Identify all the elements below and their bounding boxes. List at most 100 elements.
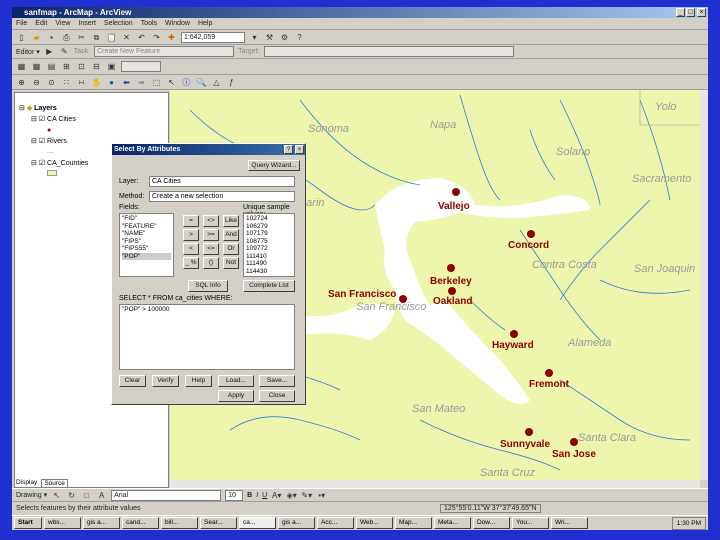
- unique-value[interactable]: 106279: [246, 223, 292, 231]
- redo-icon[interactable]: ↷: [151, 32, 162, 43]
- zoom-out-icon[interactable]: ⊖: [31, 77, 42, 88]
- layout-tool-icon[interactable]: ⊟: [91, 61, 102, 72]
- unique-value[interactable]: 111490: [246, 260, 292, 268]
- tab-source[interactable]: Source: [41, 479, 68, 488]
- taskbar-item-active[interactable]: ca...: [239, 517, 276, 529]
- taskbar-item[interactable]: wbs...: [44, 517, 81, 529]
- layout-tool-icon[interactable]: ▦: [16, 61, 27, 72]
- taskbar-item[interactable]: gis a...: [83, 517, 120, 529]
- fields-list[interactable]: "FID" "FEATURE" "NAME" "FIPS" "FIPS55" "…: [119, 213, 174, 277]
- layout-tool-icon[interactable]: ▦: [31, 61, 42, 72]
- unique-value[interactable]: 107179: [246, 230, 292, 238]
- taskbar-item[interactable]: Meta...: [434, 517, 471, 529]
- field-item-selected[interactable]: "POP": [122, 252, 171, 260]
- taskbar-item[interactable]: You...: [512, 517, 549, 529]
- op-like[interactable]: Like: [223, 215, 239, 227]
- help-button[interactable]: Help: [185, 375, 212, 387]
- layout-tool-icon[interactable]: ⊡: [76, 61, 87, 72]
- hyperlink-icon[interactable]: ƒ: [226, 77, 237, 88]
- map-horizontal-scrollbar[interactable]: [170, 480, 700, 488]
- layer-select[interactable]: CA Cities: [149, 176, 295, 187]
- op-equals[interactable]: =: [183, 215, 199, 227]
- scale-input[interactable]: 1:642,059: [181, 31, 245, 43]
- taskbar-item[interactable]: Sear...: [200, 517, 237, 529]
- unique-value[interactable]: 109772: [246, 245, 292, 253]
- field-item[interactable]: "NAME": [122, 230, 171, 238]
- op-not[interactable]: Not: [223, 257, 239, 269]
- menu-window[interactable]: Window: [165, 20, 190, 27]
- font-size-select[interactable]: 10: [225, 489, 244, 501]
- rotate-icon[interactable]: ↻: [66, 490, 77, 501]
- sketch-tool-icon[interactable]: ✎: [59, 46, 70, 57]
- measure-icon[interactable]: △: [211, 77, 222, 88]
- apply-button[interactable]: Apply: [218, 390, 254, 402]
- layout-tool-icon[interactable]: ▣: [106, 61, 117, 72]
- load-button[interactable]: Load...: [218, 375, 254, 387]
- fill-color-icon[interactable]: ◈▾: [286, 490, 297, 501]
- whats-this-icon[interactable]: ?: [294, 32, 305, 43]
- pan-icon[interactable]: ✋: [91, 77, 102, 88]
- op-or[interactable]: Or: [223, 243, 239, 255]
- fixed-zoom-icon[interactable]: ⊙: [46, 77, 57, 88]
- full-extent-icon[interactable]: ●: [106, 77, 117, 88]
- layers-root[interactable]: ⊟ ◆ Layers: [19, 103, 168, 114]
- op-less-equal[interactable]: <=: [203, 243, 219, 255]
- print-icon[interactable]: ⎙: [61, 32, 72, 43]
- city-point[interactable]: [447, 264, 455, 272]
- undo-icon[interactable]: ↶: [136, 32, 147, 43]
- select-elements-icon[interactable]: ↖: [166, 77, 177, 88]
- paste-icon[interactable]: 📋: [106, 32, 117, 43]
- dialog-close-icon[interactable]: ×: [295, 145, 304, 154]
- taskbar-item[interactable]: Web...: [356, 517, 393, 529]
- add-data-icon[interactable]: ✚: [166, 32, 177, 43]
- start-button[interactable]: Start: [14, 517, 42, 529]
- menu-file[interactable]: File: [16, 20, 27, 27]
- forward-arrow-icon[interactable]: ➡: [136, 77, 147, 88]
- minimize-button[interactable]: _: [676, 8, 685, 17]
- field-item[interactable]: "FID": [122, 215, 171, 223]
- back-arrow-icon[interactable]: ⬅: [121, 77, 132, 88]
- op-greater-equal[interactable]: >=: [203, 229, 219, 241]
- op-greater[interactable]: >: [183, 229, 199, 241]
- unique-value[interactable]: 111410: [246, 253, 292, 261]
- save-button[interactable]: Save...: [259, 375, 295, 387]
- op-not-equals[interactable]: <>: [203, 215, 219, 227]
- task-select[interactable]: Create New Feature: [94, 46, 235, 57]
- sql-info-button[interactable]: SQL Info: [188, 280, 228, 292]
- marker-color-icon[interactable]: •▾: [316, 490, 327, 501]
- delete-icon[interactable]: ✕: [121, 32, 132, 43]
- where-clause-textarea[interactable]: "POP" > 100000: [119, 304, 295, 370]
- fixed-zoom-in-icon[interactable]: ∷: [61, 77, 72, 88]
- close-dialog-button[interactable]: Close: [259, 390, 295, 402]
- system-tray-clock[interactable]: 1:30 PM: [671, 516, 706, 530]
- fixed-zoom-out-icon[interactable]: ∺: [76, 77, 87, 88]
- maximize-button[interactable]: □: [686, 8, 695, 17]
- font-color-icon[interactable]: A▾: [271, 490, 282, 501]
- city-point[interactable]: [545, 369, 553, 377]
- city-point[interactable]: [452, 188, 460, 196]
- editor-menu[interactable]: Editor ▾: [16, 48, 40, 56]
- scale-dropdown-icon[interactable]: ▾: [249, 32, 260, 43]
- drawing-menu[interactable]: Drawing ▾: [16, 491, 47, 499]
- underline-button[interactable]: U: [262, 492, 267, 499]
- menu-tools[interactable]: Tools: [141, 20, 157, 27]
- save-icon[interactable]: ▪: [46, 32, 57, 43]
- cut-icon[interactable]: ✂: [76, 32, 87, 43]
- select-elements-icon[interactable]: ↖: [51, 490, 62, 501]
- rectangle-icon[interactable]: □: [81, 490, 92, 501]
- layer-ca-cities[interactable]: ⊟ ☑ CA Cities: [19, 114, 168, 125]
- clear-button[interactable]: Clear: [119, 375, 146, 387]
- zoom-percent-select[interactable]: [121, 61, 161, 72]
- menu-insert[interactable]: Insert: [78, 20, 96, 27]
- taskbar-item[interactable]: Wri...: [551, 517, 588, 529]
- font-select[interactable]: Arial: [111, 489, 222, 501]
- line-color-icon[interactable]: ✎▾: [301, 490, 312, 501]
- layout-tool-icon[interactable]: ⊞: [61, 61, 72, 72]
- close-button[interactable]: ×: [697, 8, 706, 17]
- zoom-in-icon[interactable]: ⊕: [16, 77, 27, 88]
- unique-values-list[interactable]: 102724 106279 107179 108775 109772 11141…: [243, 213, 295, 277]
- menu-help[interactable]: Help: [198, 20, 212, 27]
- find-icon[interactable]: 🔍: [196, 77, 207, 88]
- menu-selection[interactable]: Selection: [104, 20, 133, 27]
- field-item[interactable]: "FIPS": [122, 238, 171, 246]
